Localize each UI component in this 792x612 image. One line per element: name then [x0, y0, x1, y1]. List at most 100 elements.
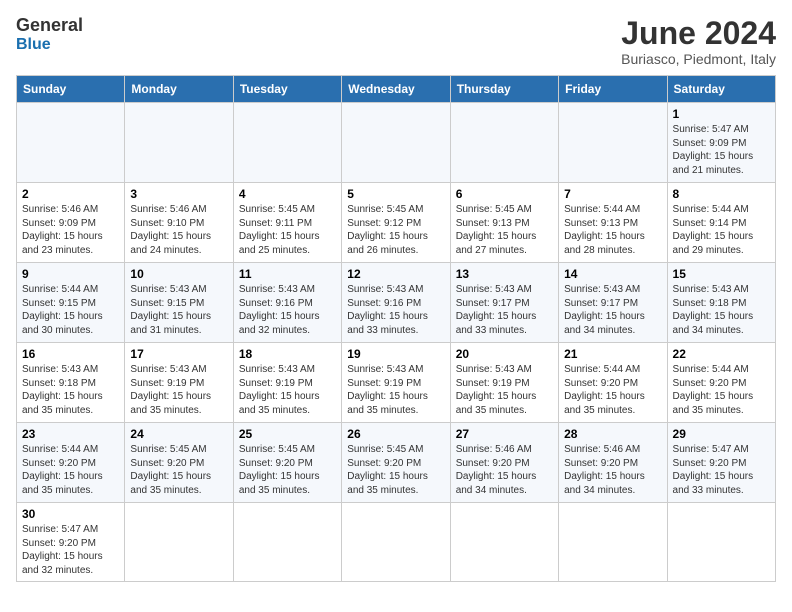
day-info: Sunrise: 5:46 AM Sunset: 9:10 PM Dayligh… — [130, 203, 227, 257]
calendar-cell: 12 Sunrise: 5:43 AM Sunset: 9:16 PM Dayli… — [342, 263, 450, 343]
calendar-cell: 22Sunrise: 5:44 AM Sunset: 9:20 PM Dayli… — [667, 343, 775, 423]
weekday-header-wednesday: Wednesday — [342, 76, 450, 103]
day-info: Sunrise: 5:43 AM Sunset: 9:19 PM Dayligh… — [130, 363, 227, 417]
calendar-cell: 13 Sunrise: 5:43 AM Sunset: 9:17 PM Dayli… — [450, 263, 558, 343]
day-number: 12 — [347, 267, 444, 281]
day-number: 30 — [22, 507, 119, 521]
week-row-1: 1 Sunrise: 5:47 AM Sunset: 9:09 PM Daylig… — [17, 103, 776, 183]
calendar-cell: 8 Sunrise: 5:44 AM Sunset: 9:14 PM Daylig… — [667, 183, 775, 263]
calendar-subtitle: Buriasco, Piedmont, Italy — [621, 51, 776, 67]
calendar-cell: 16Sunrise: 5:43 AM Sunset: 9:18 PM Dayli… — [17, 343, 125, 423]
calendar-cell: 14Sunrise: 5:43 AM Sunset: 9:17 PM Dayli… — [559, 263, 667, 343]
calendar-cell: 28 Sunrise: 5:46 AM Sunset: 9:20 PM Dayli… — [559, 423, 667, 503]
week-row-4: 16Sunrise: 5:43 AM Sunset: 9:18 PM Dayli… — [17, 343, 776, 423]
day-number: 19 — [347, 347, 444, 361]
day-info: Sunrise: 5:43 AM Sunset: 9:16 PM Dayligh… — [347, 283, 444, 337]
day-info: Sunrise: 5:47 AM Sunset: 9:20 PM Dayligh… — [673, 443, 770, 497]
week-row-2: 2Sunrise: 5:46 AM Sunset: 9:09 PM Daylig… — [17, 183, 776, 263]
calendar-cell: 2Sunrise: 5:46 AM Sunset: 9:09 PM Daylig… — [17, 183, 125, 263]
calendar-cell: 10Sunrise: 5:43 AM Sunset: 9:15 PM Dayli… — [125, 263, 233, 343]
calendar-cell — [450, 503, 558, 582]
calendar-cell — [342, 103, 450, 183]
calendar-cell — [125, 103, 233, 183]
day-number: 1 — [673, 107, 770, 121]
calendar-cell: 25 Sunrise: 5:45 AM Sunset: 9:20 PM Dayli… — [233, 423, 341, 503]
day-number: 6 — [456, 187, 553, 201]
calendar-cell: 4Sunrise: 5:45 AM Sunset: 9:11 PM Daylig… — [233, 183, 341, 263]
calendar-cell: 3 Sunrise: 5:46 AM Sunset: 9:10 PM Daylig… — [125, 183, 233, 263]
day-number: 2 — [22, 187, 119, 201]
calendar-cell: 23Sunrise: 5:44 AM Sunset: 9:20 PM Dayli… — [17, 423, 125, 503]
calendar-cell — [667, 503, 775, 582]
day-info: Sunrise: 5:43 AM Sunset: 9:15 PM Dayligh… — [130, 283, 227, 337]
calendar-title: June 2024 — [621, 16, 776, 51]
calendar-cell: 29 Sunrise: 5:47 AM Sunset: 9:20 PM Dayli… — [667, 423, 775, 503]
calendar-cell: 6 Sunrise: 5:45 AM Sunset: 9:13 PM Daylig… — [450, 183, 558, 263]
day-info: Sunrise: 5:43 AM Sunset: 9:17 PM Dayligh… — [564, 283, 661, 337]
calendar-cell: 17 Sunrise: 5:43 AM Sunset: 9:19 PM Dayli… — [125, 343, 233, 423]
calendar-cell: 9Sunrise: 5:44 AM Sunset: 9:15 PM Daylig… — [17, 263, 125, 343]
calendar-table: SundayMondayTuesdayWednesdayThursdayFrid… — [16, 75, 776, 582]
weekday-header-monday: Monday — [125, 76, 233, 103]
day-info: Sunrise: 5:46 AM Sunset: 9:20 PM Dayligh… — [564, 443, 661, 497]
weekday-header-friday: Friday — [559, 76, 667, 103]
calendar-cell — [125, 503, 233, 582]
day-info: Sunrise: 5:43 AM Sunset: 9:18 PM Dayligh… — [673, 283, 770, 337]
day-info: Sunrise: 5:44 AM Sunset: 9:20 PM Dayligh… — [22, 443, 119, 497]
day-info: Sunrise: 5:43 AM Sunset: 9:17 PM Dayligh… — [456, 283, 553, 337]
day-info: Sunrise: 5:47 AM Sunset: 9:09 PM Dayligh… — [673, 123, 770, 177]
day-number: 11 — [239, 267, 336, 281]
day-info: Sunrise: 5:44 AM Sunset: 9:20 PM Dayligh… — [673, 363, 770, 417]
day-number: 7 — [564, 187, 661, 201]
day-number: 13 — [456, 267, 553, 281]
day-info: Sunrise: 5:43 AM Sunset: 9:19 PM Dayligh… — [347, 363, 444, 417]
weekday-header-row: SundayMondayTuesdayWednesdayThursdayFrid… — [17, 76, 776, 103]
logo-general-text: General — [16, 16, 83, 36]
day-info: Sunrise: 5:45 AM Sunset: 9:20 PM Dayligh… — [239, 443, 336, 497]
day-info: Sunrise: 5:47 AM Sunset: 9:20 PM Dayligh… — [22, 523, 119, 577]
day-number: 28 — [564, 427, 661, 441]
week-row-3: 9Sunrise: 5:44 AM Sunset: 9:15 PM Daylig… — [17, 263, 776, 343]
calendar-cell: 30 Sunrise: 5:47 AM Sunset: 9:20 PM Dayli… — [17, 503, 125, 582]
day-info: Sunrise: 5:45 AM Sunset: 9:20 PM Dayligh… — [130, 443, 227, 497]
day-info: Sunrise: 5:45 AM Sunset: 9:13 PM Dayligh… — [456, 203, 553, 257]
calendar-cell: 21Sunrise: 5:44 AM Sunset: 9:20 PM Dayli… — [559, 343, 667, 423]
day-number: 17 — [130, 347, 227, 361]
calendar-cell: 19 Sunrise: 5:43 AM Sunset: 9:19 PM Dayli… — [342, 343, 450, 423]
day-info: Sunrise: 5:45 AM Sunset: 9:20 PM Dayligh… — [347, 443, 444, 497]
calendar-cell: 7Sunrise: 5:44 AM Sunset: 9:13 PM Daylig… — [559, 183, 667, 263]
day-number: 26 — [347, 427, 444, 441]
weekday-header-thursday: Thursday — [450, 76, 558, 103]
day-info: Sunrise: 5:43 AM Sunset: 9:19 PM Dayligh… — [239, 363, 336, 417]
day-number: 24 — [130, 427, 227, 441]
day-info: Sunrise: 5:46 AM Sunset: 9:20 PM Dayligh… — [456, 443, 553, 497]
logo-blue-text: Blue — [16, 36, 83, 54]
day-number: 20 — [456, 347, 553, 361]
day-number: 21 — [564, 347, 661, 361]
day-number: 8 — [673, 187, 770, 201]
calendar-cell — [559, 103, 667, 183]
calendar-cell — [233, 503, 341, 582]
day-info: Sunrise: 5:44 AM Sunset: 9:14 PM Dayligh… — [673, 203, 770, 257]
logo: General Blue General Blue — [16, 16, 83, 53]
calendar-cell: 1 Sunrise: 5:47 AM Sunset: 9:09 PM Daylig… — [667, 103, 775, 183]
day-number: 25 — [239, 427, 336, 441]
calendar-cell — [233, 103, 341, 183]
week-row-5: 23Sunrise: 5:44 AM Sunset: 9:20 PM Dayli… — [17, 423, 776, 503]
week-row-6: 30 Sunrise: 5:47 AM Sunset: 9:20 PM Dayli… — [17, 503, 776, 582]
day-number: 3 — [130, 187, 227, 201]
day-number: 9 — [22, 267, 119, 281]
day-info: Sunrise: 5:43 AM Sunset: 9:18 PM Dayligh… — [22, 363, 119, 417]
calendar-cell — [559, 503, 667, 582]
calendar-cell: 20Sunrise: 5:43 AM Sunset: 9:19 PM Dayli… — [450, 343, 558, 423]
calendar-cell: 24 Sunrise: 5:45 AM Sunset: 9:20 PM Dayli… — [125, 423, 233, 503]
day-number: 29 — [673, 427, 770, 441]
calendar-cell — [17, 103, 125, 183]
day-number: 5 — [347, 187, 444, 201]
calendar-cell: 26 Sunrise: 5:45 AM Sunset: 9:20 PM Dayli… — [342, 423, 450, 503]
day-info: Sunrise: 5:45 AM Sunset: 9:11 PM Dayligh… — [239, 203, 336, 257]
day-info: Sunrise: 5:45 AM Sunset: 9:12 PM Dayligh… — [347, 203, 444, 257]
calendar-cell: 5 Sunrise: 5:45 AM Sunset: 9:12 PM Daylig… — [342, 183, 450, 263]
calendar-cell: 27Sunrise: 5:46 AM Sunset: 9:20 PM Dayli… — [450, 423, 558, 503]
day-number: 15 — [673, 267, 770, 281]
